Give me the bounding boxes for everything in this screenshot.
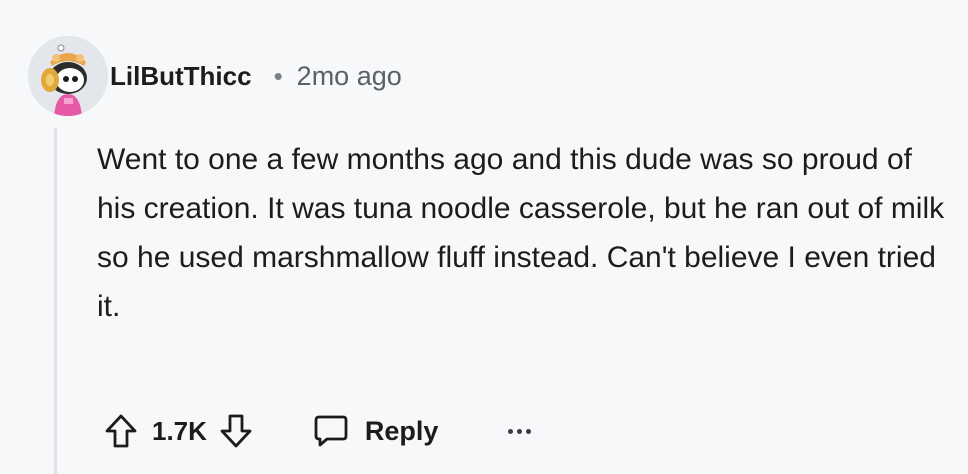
more-options-button[interactable]: [508, 416, 532, 446]
upvote-button[interactable]: [104, 413, 138, 449]
ellipsis-dot: [508, 428, 514, 434]
ellipsis-dot: [517, 428, 523, 434]
comment-header: LilButThicc • 2mo ago: [110, 58, 402, 94]
timestamp[interactable]: 2mo ago: [297, 61, 402, 92]
meta-separator: •: [273, 60, 283, 91]
user-avatar[interactable]: [28, 36, 108, 116]
speech-bubble-icon: [314, 415, 348, 447]
snoo-avatar-icon: [28, 36, 108, 116]
reply-button[interactable]: Reply: [313, 414, 439, 448]
comment-actions: 1.7K Reply: [104, 406, 532, 456]
vote-count: 1.7K: [152, 415, 207, 446]
downvote-button[interactable]: [219, 413, 253, 449]
reply-label: Reply: [364, 415, 439, 446]
thread-line[interactable]: [54, 128, 57, 474]
ellipsis-dot: [526, 428, 532, 434]
arrow-down-outline-icon: [220, 414, 252, 448]
arrow-up-outline-icon: [105, 414, 137, 448]
comment-body: Went to one a few months ago and this du…: [97, 143, 945, 323]
username-link[interactable]: LilButThicc: [110, 61, 252, 92]
comment: LilButThicc • 2mo ago Went to one a few …: [0, 0, 968, 474]
